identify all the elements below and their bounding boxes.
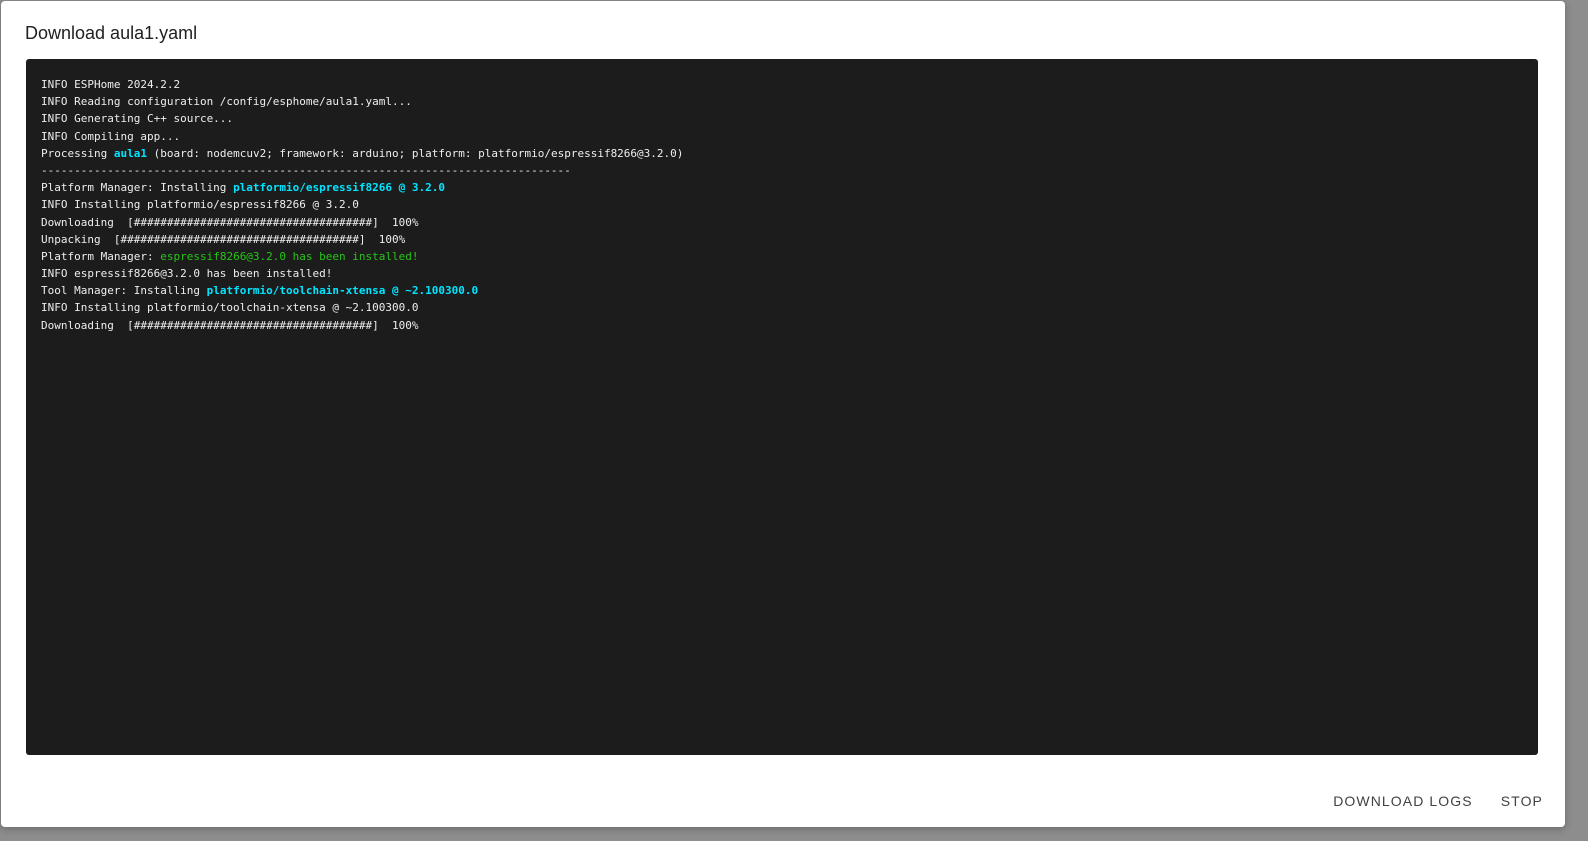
log-line: INFO Installing platformio/toolchain-xte…: [41, 299, 1523, 316]
log-segment: Platform Manager:: [41, 249, 161, 263]
log-segment: INFO Compiling app...: [41, 129, 181, 143]
download-dialog: Download aula1.yaml INFO ESPHome 2024.2.…: [1, 1, 1565, 827]
log-line: Processing aula1 (board: nodemcuv2; fram…: [41, 145, 1523, 162]
log-segment: Downloading [###########################…: [41, 215, 419, 229]
log-segment: (board: nodemcuv2; framework: arduino; p…: [146, 146, 684, 160]
download-logs-button[interactable]: DOWNLOAD LOGS: [1333, 793, 1473, 809]
log-segment: Platform Manager: Installing: [41, 181, 234, 195]
log-line: Platform Manager: Installing platformio/…: [41, 179, 1523, 196]
log-line: INFO Generating C++ source...: [41, 110, 1523, 127]
log-segment: ----------------------------------------…: [41, 163, 571, 177]
log-line: Downloading [###########################…: [41, 214, 1523, 231]
log-line: Downloading [###########################…: [41, 317, 1523, 334]
dialog-actions: DOWNLOAD LOGS STOP: [1333, 793, 1543, 809]
log-line: INFO Reading configuration /config/espho…: [41, 93, 1523, 110]
log-segment: INFO Generating C++ source...: [41, 112, 234, 126]
log-segment: espressif8266@3.2.0 has been installed!: [160, 249, 419, 263]
log-line: Unpacking [#############################…: [41, 231, 1523, 248]
dialog-title: Download aula1.yaml: [25, 23, 198, 43]
log-segment: INFO ESPHome 2024.2.2: [41, 78, 181, 91]
log-line: ----------------------------------------…: [41, 162, 1523, 179]
log-line: INFO espressif8266@3.2.0 has been instal…: [41, 265, 1523, 282]
log-segment: platformio/espressif8266 @ 3.2.0: [233, 181, 445, 195]
log-segment: platformio/toolchain-xtensa @ ~2.100300.…: [206, 284, 479, 298]
log-segment: Tool Manager: Installing: [41, 284, 207, 298]
log-terminal[interactable]: INFO ESPHome 2024.2.2 INFO Reading config…: [26, 59, 1538, 755]
log-segment: INFO Installing platformio/toolchain-xte…: [41, 301, 419, 315]
log-line: Platform Manager: espressif8266@3.2.0 ha…: [41, 248, 1523, 265]
log-segment: Processing: [41, 146, 114, 160]
log-line: INFO Compiling app...: [41, 128, 1523, 145]
log-segment: INFO espressif8266@3.2.0 has been instal…: [41, 267, 333, 281]
log-segment: INFO Installing platformio/espressif8266…: [41, 198, 359, 212]
log-segment: Unpacking [#############################…: [41, 232, 406, 246]
log-segment: INFO Reading configuration /config/espho…: [41, 95, 412, 109]
log-segment: Downloading [###########################…: [41, 318, 419, 332]
stop-button[interactable]: STOP: [1501, 793, 1543, 809]
log-line: INFO ESPHome 2024.2.2: [41, 76, 1523, 93]
log-line: Tool Manager: Installing platformio/tool…: [41, 282, 1523, 299]
log-segment: aula1: [113, 146, 147, 160]
log-line: INFO Installing platformio/espressif8266…: [41, 196, 1523, 213]
